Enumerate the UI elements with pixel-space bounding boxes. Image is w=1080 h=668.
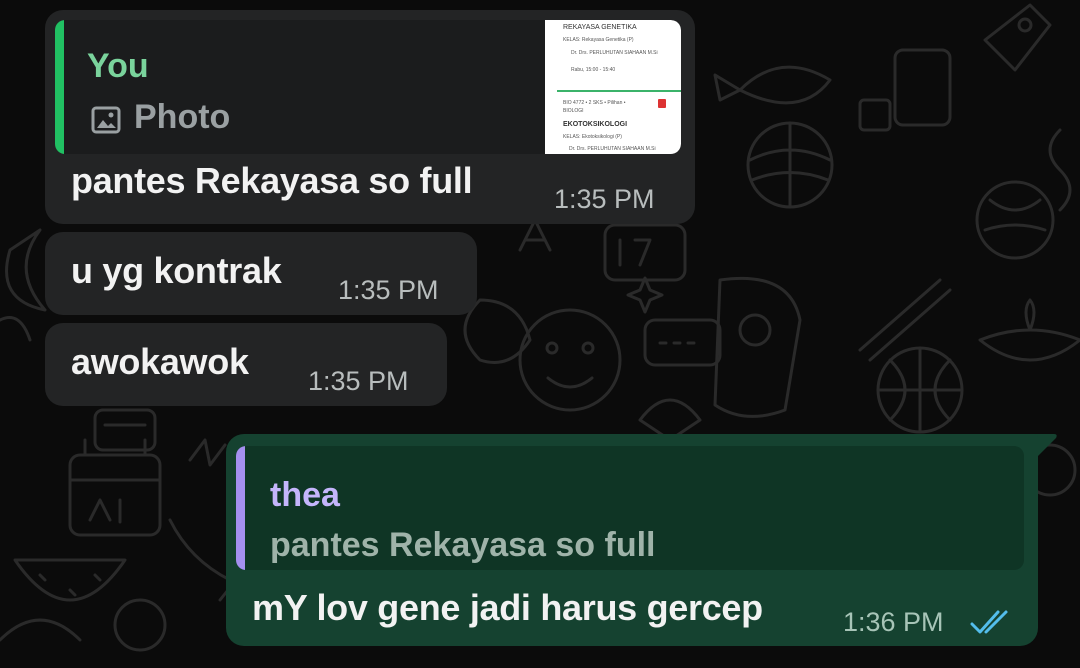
thumb-code: BIO 4772 • 2 SKS • Pilihan • BIOLOGI bbox=[563, 100, 626, 114]
message-text: u yg kontrak bbox=[71, 250, 282, 291]
thumb-delete-icon bbox=[658, 99, 666, 108]
photo-icon bbox=[91, 106, 121, 134]
reply-sender-name: thea bbox=[270, 476, 340, 514]
thumb-kelas2: KELAS: Ekotoksikologi (P) bbox=[563, 134, 622, 140]
quoted-reply[interactable]: You Photo REKAYASA GENETIKA KELAS: Rekay… bbox=[55, 20, 681, 154]
message-bubble-incoming[interactable]: u yg kontrak 1:35 PM bbox=[45, 232, 477, 315]
message-bubble-incoming[interactable]: awokawok 1:35 PM bbox=[45, 323, 447, 406]
photo-thumbnail[interactable]: REKAYASA GENETIKA KELAS: Rekayasa Geneti… bbox=[545, 20, 681, 154]
read-receipt-icon bbox=[970, 608, 1014, 636]
message-bubble-incoming[interactable]: You Photo REKAYASA GENETIKA KELAS: Rekay… bbox=[45, 10, 695, 224]
message-text: awokawok bbox=[71, 341, 249, 382]
thumb-dosen1: Dr. Drs. PERLUHUTAN SIAHAAN M.Si bbox=[571, 50, 658, 56]
reply-photo-label: Photo bbox=[134, 98, 231, 136]
thumb-divider bbox=[557, 90, 681, 92]
thumb-header: REKAYASA GENETIKA bbox=[563, 24, 637, 31]
reply-accent-bar bbox=[55, 20, 64, 154]
message-timestamp: 1:35 PM bbox=[308, 366, 409, 396]
message-timestamp: 1:35 PM bbox=[554, 184, 655, 214]
reply-sender-name: You bbox=[87, 47, 149, 85]
message-text: mY lov gene jadi harus gercep bbox=[252, 587, 763, 628]
reply-accent-bar bbox=[236, 446, 245, 570]
reply-quoted-text: pantes Rekayasa so full bbox=[270, 526, 656, 564]
thumb-course: EKOTOKSIKOLOGI bbox=[563, 121, 628, 128]
message-timestamp: 1:36 PM bbox=[843, 607, 944, 637]
message-bubble-outgoing[interactable]: thea pantes Rekayasa so full mY lov gene… bbox=[226, 434, 1038, 646]
message-text: pantes Rekayasa so full bbox=[71, 160, 473, 201]
thumb-dosen2: Dr. Drs. PERLUHUTAN SIAHAAN M.Si bbox=[569, 146, 656, 152]
message-timestamp: 1:35 PM bbox=[338, 275, 439, 305]
thumb-kelas1: KELAS: Rekayasa Genetika (P) bbox=[563, 37, 634, 43]
quoted-reply[interactable]: thea pantes Rekayasa so full bbox=[236, 446, 1024, 570]
thumb-time1: Rabu, 15:00 - 15:40 bbox=[571, 67, 616, 73]
